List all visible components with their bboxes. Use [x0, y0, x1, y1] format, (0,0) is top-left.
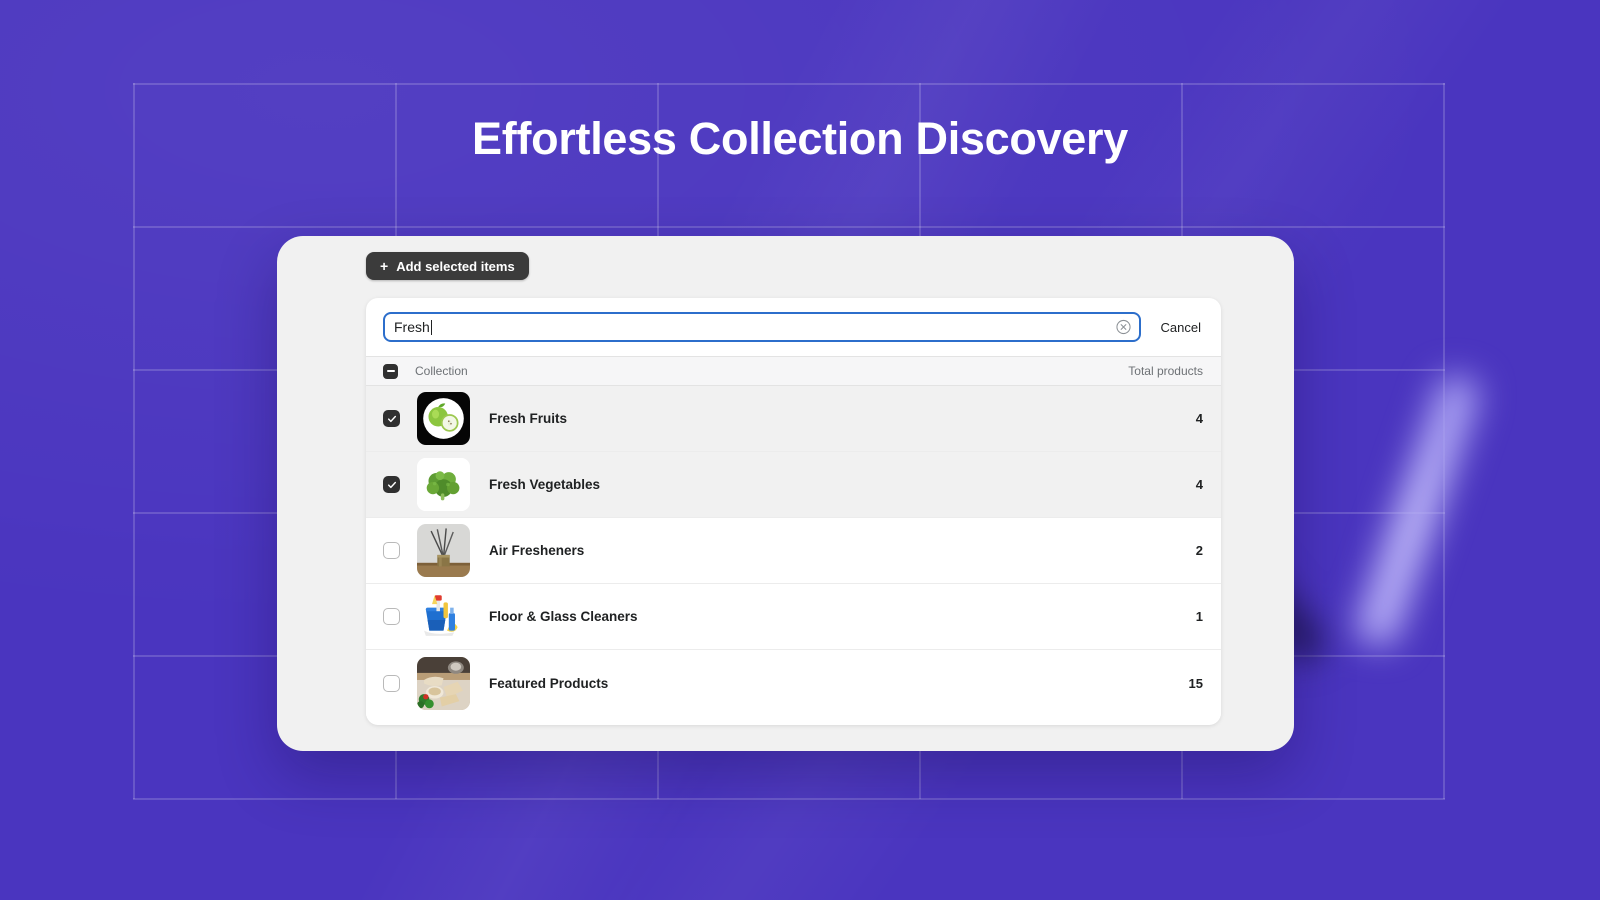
- table-row[interactable]: Fresh Vegetables 4: [366, 452, 1221, 518]
- row-checkbox[interactable]: [383, 542, 400, 559]
- column-header-total-products: Total products: [1128, 364, 1203, 378]
- checkmark-icon: [387, 481, 396, 488]
- collection-product-count: 4: [1195, 411, 1203, 426]
- grid-line-h-6: [133, 798, 1445, 800]
- clear-circle-icon[interactable]: [1115, 319, 1131, 335]
- collection-list-panel: Fresh Cancel Collection Total products F…: [366, 298, 1221, 725]
- table-row[interactable]: Air Fresheners 2: [366, 518, 1221, 584]
- collection-name: Fresh Vegetables: [489, 477, 601, 492]
- add-selected-items-label: Add selected items: [396, 258, 515, 274]
- grid-line-h-1: [133, 83, 1445, 85]
- collection-product-count: 15: [1188, 675, 1203, 691]
- table-row[interactable]: Featured Products 15: [366, 650, 1221, 716]
- add-selected-items-button[interactable]: + Add selected items: [366, 252, 529, 280]
- grid-line-v-6: [1443, 83, 1445, 799]
- collection-thumbnail: [417, 590, 470, 643]
- collection-thumbnail: [417, 524, 470, 577]
- column-header-collection: Collection: [415, 364, 468, 378]
- row-checkbox[interactable]: [383, 674, 400, 692]
- plus-icon: +: [380, 258, 389, 274]
- search-input[interactable]: Fresh: [383, 312, 1141, 342]
- collection-thumbnail: [417, 458, 470, 511]
- collection-name: Air Fresheners: [489, 543, 585, 558]
- grid-line-v-1: [133, 83, 135, 799]
- table-row[interactable]: Fresh Fruits 4: [366, 386, 1221, 452]
- collection-thumbnail: [417, 656, 470, 710]
- text-caret: [430, 319, 432, 335]
- page-title: Effortless Collection Discovery: [472, 113, 1128, 164]
- collection-product-count: 1: [1195, 609, 1203, 624]
- collection-thumbnail: [417, 392, 470, 445]
- row-checkbox[interactable]: [383, 410, 400, 427]
- page-background: Effortless Collection Discovery + Add se…: [0, 0, 1600, 900]
- collection-name: Fresh Fruits: [489, 411, 568, 426]
- toolbar: + Add selected items: [366, 252, 529, 280]
- search-row: Fresh Cancel: [366, 298, 1221, 356]
- collection-picker-card: + Add selected items Fresh Cancel Collec…: [277, 236, 1294, 751]
- row-checkbox[interactable]: [383, 608, 400, 625]
- checkmark-icon: [387, 415, 396, 422]
- collection-product-count: 2: [1195, 543, 1203, 558]
- table-header-row: Collection Total products: [366, 356, 1221, 386]
- select-all-checkbox[interactable]: [383, 363, 398, 379]
- collection-name: Floor & Glass Cleaners: [489, 609, 638, 624]
- row-checkbox[interactable]: [383, 476, 400, 493]
- collection-name: Featured Products: [489, 675, 609, 691]
- indeterminate-dash-icon: [386, 370, 395, 372]
- search-input-value: Fresh: [394, 319, 430, 335]
- table-row[interactable]: Floor & Glass Cleaners 1: [366, 584, 1221, 650]
- cancel-button[interactable]: Cancel: [1155, 320, 1207, 335]
- collection-product-count: 4: [1195, 477, 1203, 492]
- grid-line-h-2: [133, 226, 1445, 228]
